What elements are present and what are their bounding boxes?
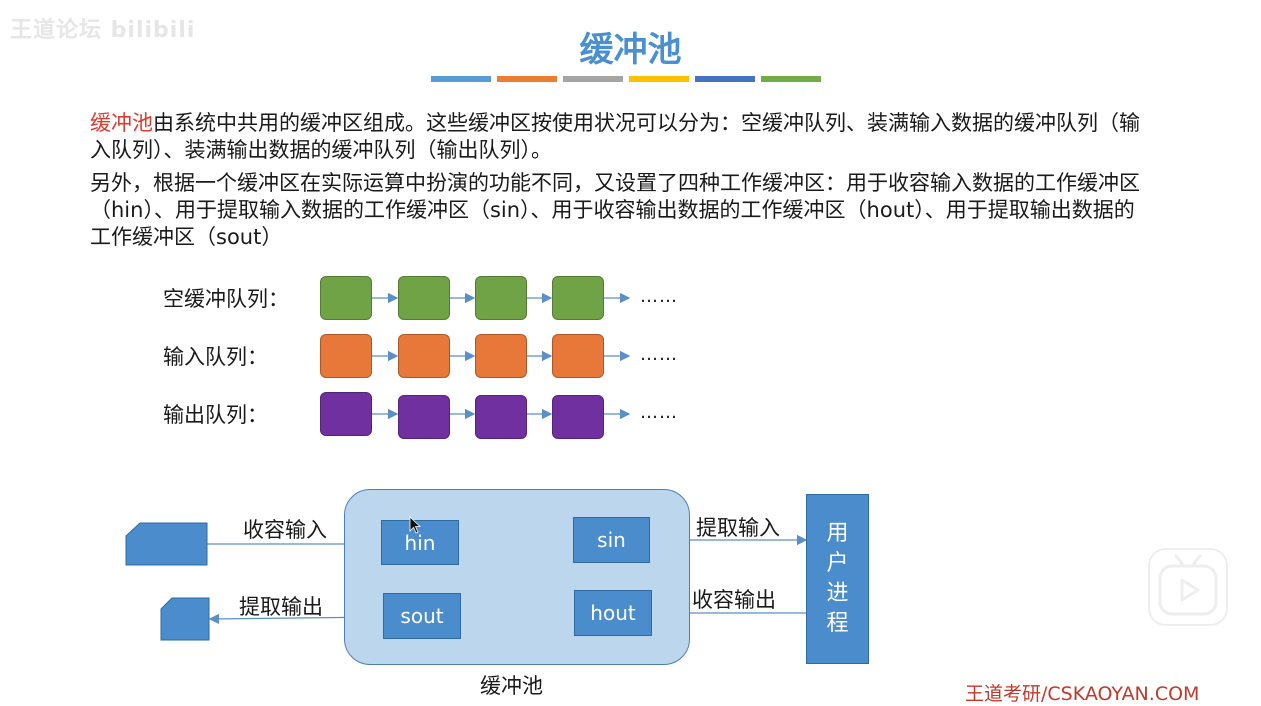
- buffer-pool-label: 缓冲池: [480, 674, 543, 698]
- input-device-icon: [125, 522, 208, 566]
- user-process-box: 用 户 进 程: [806, 494, 869, 664]
- buffer-sin: sin: [573, 517, 650, 563]
- output-device-icon: [160, 597, 210, 641]
- label-extract-output: 提取输出: [239, 595, 323, 619]
- user-process-label: 用 户 进 程: [826, 521, 849, 636]
- video-play-logo: [1148, 548, 1228, 626]
- label-extract-input: 提取输入: [696, 516, 780, 540]
- mouse-cursor-icon: [409, 516, 421, 534]
- label-collect-output: 收容输出: [692, 588, 776, 612]
- play-icon: [1158, 554, 1218, 616]
- brand-footer: 王道考研/CSKAOYAN.COM: [965, 683, 1200, 705]
- buffer-sout: sout: [383, 593, 461, 639]
- label-collect-input: 收容输入: [243, 518, 327, 542]
- buffer-hout: hout: [574, 590, 652, 636]
